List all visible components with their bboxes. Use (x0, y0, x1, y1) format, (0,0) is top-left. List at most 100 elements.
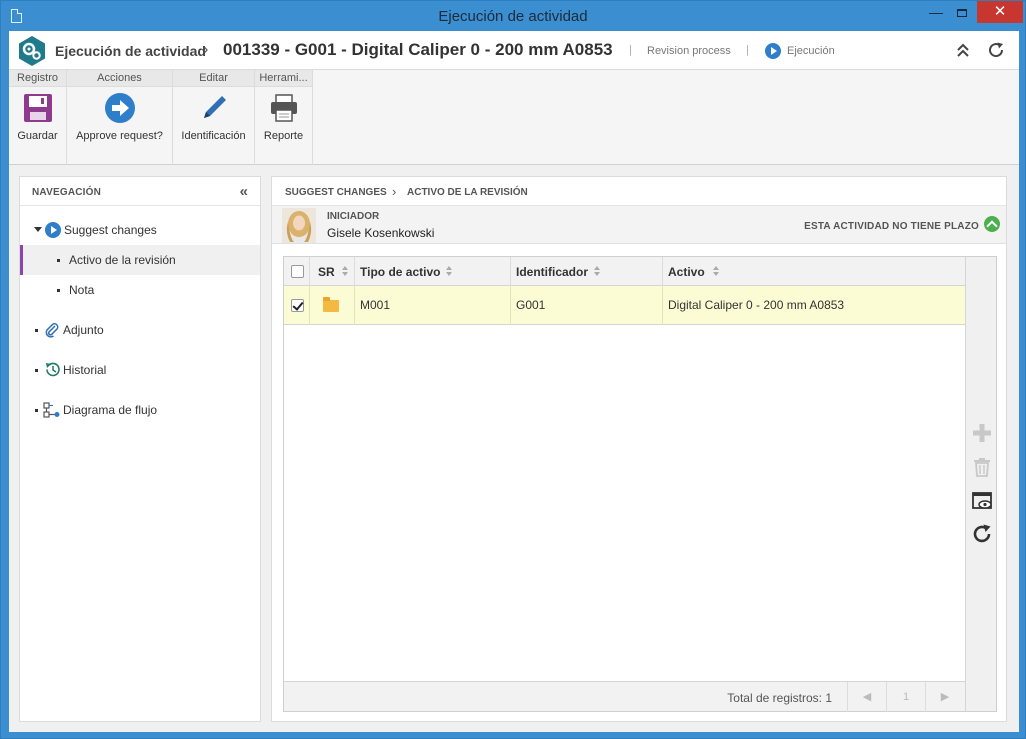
nav-item-label: Nota (69, 283, 95, 297)
row-select-cell (284, 286, 310, 325)
column-header-activo[interactable]: Activo (663, 257, 965, 286)
deadline-status: ESTA ACTIVIDAD NO TIENE PLAZO (804, 221, 979, 232)
approve-request-button[interactable]: Approve request? (67, 88, 172, 162)
initiator-bar: INICIADOR Gisele Kosenkowski ESTA ACTIVI… (272, 206, 1006, 244)
column-label: SR (318, 265, 335, 279)
main-panel: SUGGEST CHANGES › ACTIVO DE LA REVISIÓN … (271, 176, 1007, 722)
sort-icon (713, 266, 720, 277)
column-header-sr[interactable]: SR (310, 257, 355, 286)
header-divider: | (746, 44, 749, 56)
select-all-cell (284, 257, 310, 286)
ribbon-group-registro: Registro Guardar (9, 70, 67, 165)
refresh-grid-icon[interactable] (971, 523, 993, 545)
cell-value: M001 (360, 298, 391, 312)
nav-item-suggest-changes[interactable]: Suggest changes (20, 215, 260, 245)
refresh-icon[interactable] (987, 41, 1005, 59)
asset-grid: SR Tipo de activo Identificador Activo M… (283, 256, 997, 712)
printer-icon (270, 94, 297, 122)
table-row[interactable]: M001 G001 Digital Caliper 0 - 200 mm A08… (284, 286, 965, 325)
grid-footer: Total de registros: 1 ◀ 1 ▶ (284, 681, 965, 712)
ribbon-group-title: Editar (173, 70, 254, 87)
select-all-checkbox[interactable] (291, 265, 304, 278)
trash-icon[interactable] (971, 456, 993, 478)
identification-button[interactable]: Identificación (173, 88, 254, 162)
breadcrumb: SUGGEST CHANGES › ACTIVO DE LA REVISIÓN (272, 177, 1006, 206)
identificador-cell: G001 (511, 286, 663, 325)
history-icon (46, 362, 60, 377)
navigation-panel: NAVEGACIÓN « Suggest changes Activo de l… (19, 176, 261, 722)
app-window: Ejecución de actividad — ✕ Ejecución de … (0, 0, 1026, 739)
row-checkbox[interactable] (291, 299, 304, 312)
navigation-title: NAVEGACIÓN (32, 187, 102, 198)
save-label: Guardar (17, 130, 58, 142)
breadcrumb-item[interactable]: SUGGEST CHANGES (285, 187, 387, 198)
bullet-icon (35, 409, 38, 412)
avatar (282, 208, 316, 243)
ribbon-group-editar: Editar Identificación (173, 70, 255, 165)
initiator-label: INICIADOR (327, 211, 380, 222)
nav-item-label: Activo de la revisión (69, 253, 176, 267)
column-label: Activo (668, 265, 705, 279)
ribbon-group-title: Registro (9, 70, 66, 87)
module-name: Ejecución de actividad (55, 43, 206, 59)
page-number[interactable]: 1 (886, 682, 925, 712)
nav-item-adjunto[interactable]: Adjunto (20, 315, 260, 345)
report-label: Reporte (263, 130, 304, 142)
total-records: Total de registros: 1 (727, 691, 832, 705)
approve-request-label: Approve request? (76, 130, 163, 142)
ribbon-group-title: Herrami... (255, 70, 312, 87)
add-icon[interactable] (971, 422, 993, 444)
maximize-button[interactable] (949, 1, 975, 23)
collapse-panel-icon[interactable]: « (240, 183, 248, 200)
identification-label: Identificación (181, 130, 246, 142)
maximize-icon (957, 9, 967, 17)
initiator-name: Gisele Kosenkowski (327, 226, 435, 240)
navigation-header: NAVEGACIÓN « (20, 177, 260, 206)
expand-arrow-icon[interactable] (34, 227, 42, 232)
ribbon-group-acciones: Acciones Approve request? (67, 70, 173, 165)
window-title: Ejecución de actividad (438, 8, 588, 25)
floppy-disk-icon (23, 94, 52, 122)
grid-body: SR Tipo de activo Identificador Activo M… (284, 257, 965, 712)
nav-item-activo-revision[interactable]: Activo de la revisión (20, 245, 260, 275)
folder-icon (323, 297, 339, 312)
column-header-identificador[interactable]: Identificador (511, 257, 663, 286)
view-record-icon[interactable] (971, 490, 993, 512)
nav-item-diagrama-flujo[interactable]: Diagrama de flujo (20, 395, 260, 425)
ribbon-toolbar: Registro Guardar Acciones Approve reques… (9, 70, 1019, 165)
close-button[interactable]: ✕ (977, 1, 1023, 23)
ribbon-group-herramientas: Herrami... Reporte (255, 70, 313, 165)
column-label: Identificador (516, 265, 589, 279)
prev-page-button[interactable]: ◀ (847, 682, 886, 712)
gears-logo-icon (19, 36, 45, 66)
bullet-icon (57, 289, 60, 292)
save-button[interactable]: Guardar (9, 88, 66, 162)
header-chevron-icon: › (203, 41, 209, 58)
report-button[interactable]: Reporte (255, 88, 312, 162)
status-label: Ejecución (787, 45, 835, 57)
nav-item-nota[interactable]: Nota (20, 275, 260, 305)
expand-up-icon[interactable] (984, 216, 1000, 232)
client-area: Ejecución de actividad › 001339 - G001 -… (9, 31, 1019, 732)
column-label: Tipo de activo (360, 265, 441, 279)
cell-value: G001 (516, 298, 546, 312)
bullet-icon (57, 259, 60, 262)
minimize-button[interactable]: — (923, 1, 949, 23)
breadcrumb-chevron-icon: › (392, 184, 397, 199)
activo-cell: Digital Caliper 0 - 200 mm A0853 (663, 286, 965, 325)
arrow-right-circle-icon (104, 93, 135, 123)
ribbon-group-title: Acciones (67, 70, 172, 87)
column-header-tipo[interactable]: Tipo de activo (355, 257, 511, 286)
next-page-button[interactable]: ▶ (925, 682, 964, 712)
collapse-header-icon[interactable] (955, 41, 971, 59)
sr-cell (310, 286, 355, 325)
process-name[interactable]: Revision process (647, 45, 731, 57)
nav-item-historial[interactable]: Historial (20, 355, 260, 385)
bullet-icon (35, 369, 38, 372)
nav-item-label: Adjunto (63, 323, 104, 337)
header-divider: | (629, 44, 632, 56)
bullet-icon (35, 329, 38, 332)
page-header: Ejecución de actividad › 001339 - G001 -… (9, 31, 1019, 70)
breadcrumb-item: ACTIVO DE LA REVISIÓN (407, 187, 528, 198)
play-circle-icon (45, 222, 61, 238)
